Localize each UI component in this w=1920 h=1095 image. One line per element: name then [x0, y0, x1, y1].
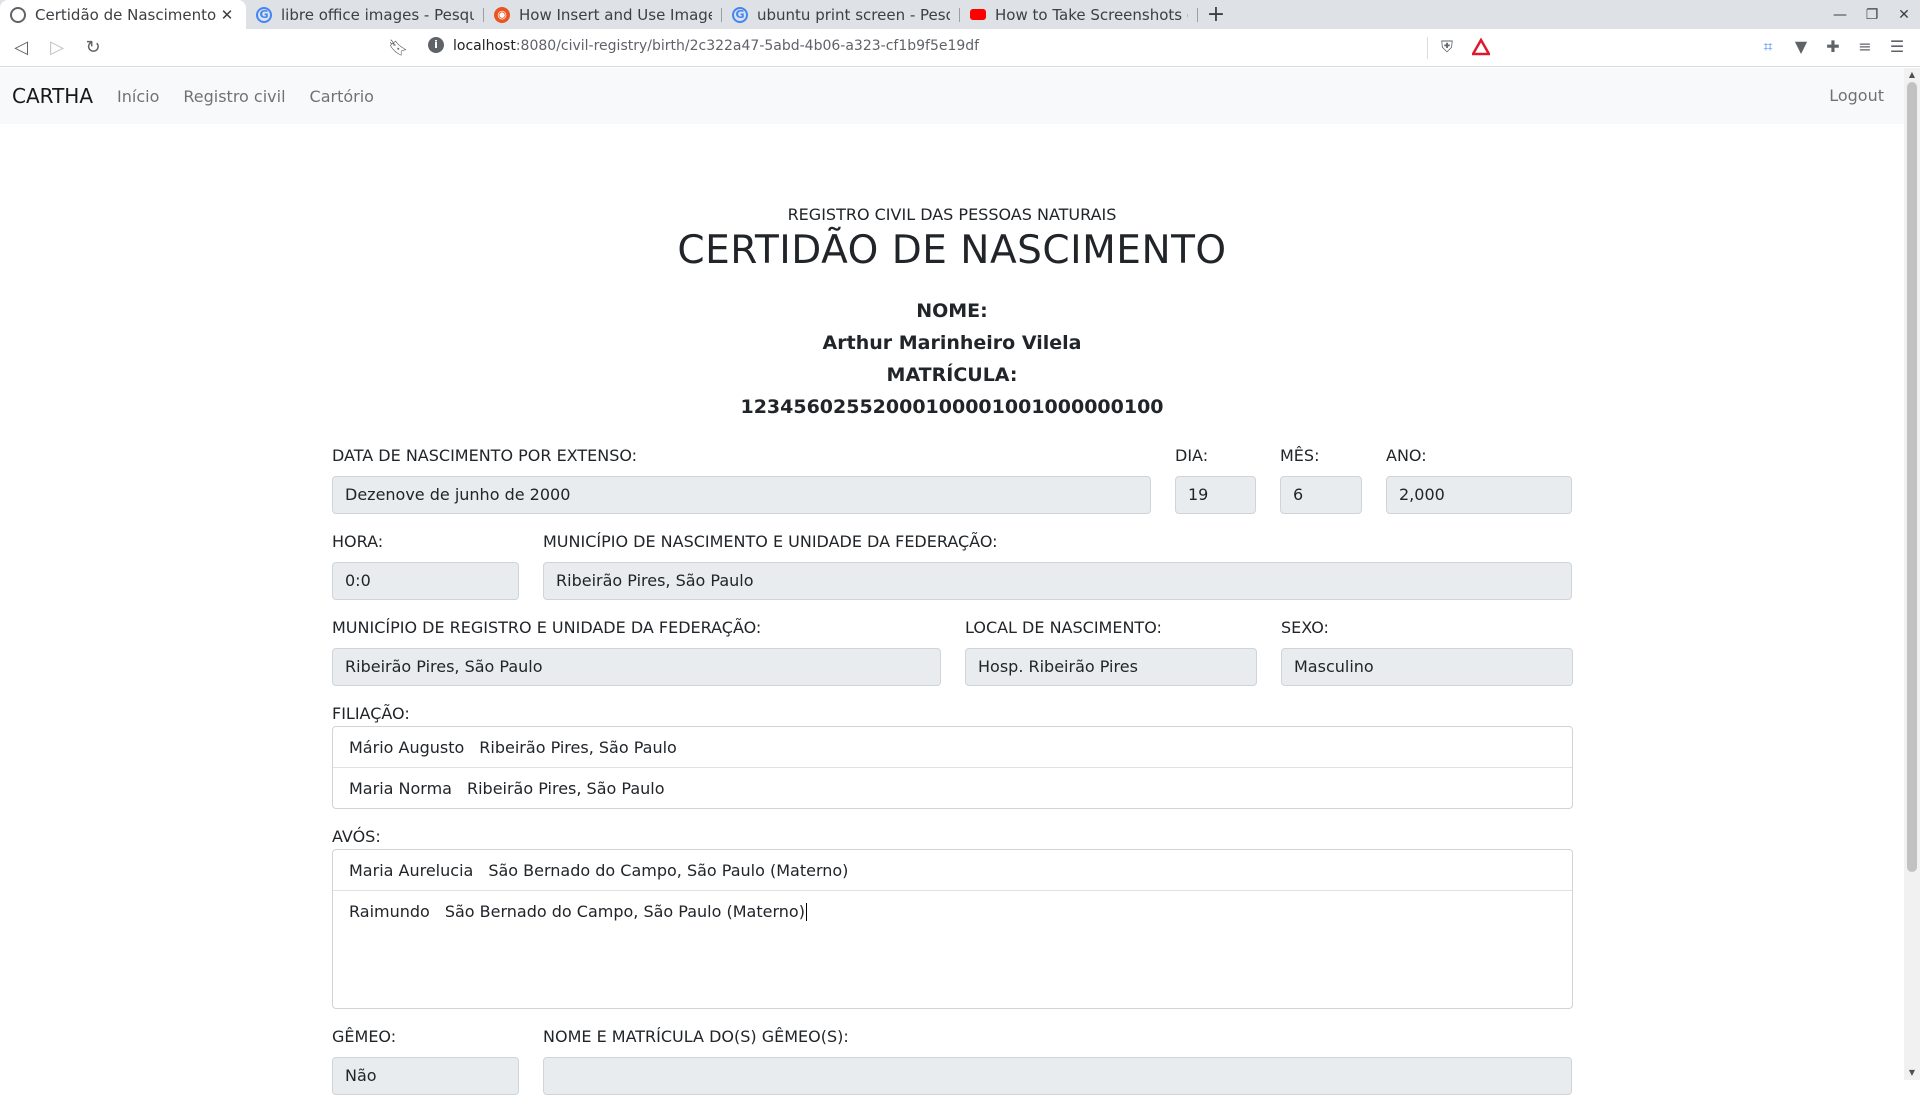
page-title: CERTIDÃO DE NASCIMENTO: [677, 228, 1227, 273]
browser-tab-bar: Certidão de Nascimento ✕ G libre office …: [0, 0, 1920, 29]
avos-label: AVÓS:: [332, 827, 381, 846]
list-item: Raimundo São Bernado do Campo, São Paulo…: [333, 891, 1572, 932]
ano-label: ANO:: [1386, 446, 1427, 465]
tab-libre-office[interactable]: G libre office images - Pesquisa: [246, 0, 484, 29]
reload-icon[interactable]: ↻: [78, 33, 108, 63]
list-item: Mário Augusto Ribeirão Pires, São Paulo: [333, 727, 1572, 768]
filiacao-label: FILIAÇÃO:: [332, 704, 410, 723]
translate-icon[interactable]: ⌗: [1758, 37, 1778, 57]
parent-name: Maria Norma: [349, 779, 452, 798]
site-info-icon[interactable]: i: [428, 37, 444, 53]
tab-title: How to Take Screenshots on U: [995, 5, 1188, 24]
brand-logo[interactable]: CARTHA: [12, 84, 93, 108]
tab-ubuntu-print[interactable]: G ubuntu print screen - Pesquis: [722, 0, 960, 29]
brave-rewards-icon[interactable]: [1472, 37, 1490, 57]
google-icon: G: [732, 6, 748, 23]
youtube-icon: [970, 9, 986, 20]
municipio-registro-label: MUNICÍPIO DE REGISTRO E UNIDADE DA FEDER…: [332, 618, 762, 637]
extensions-icon[interactable]: ✚: [1823, 37, 1843, 57]
scroll-up-icon[interactable]: ▲: [1907, 70, 1917, 80]
tab-title: ubuntu print screen - Pesquis: [757, 5, 950, 24]
parent-name: Mário Augusto: [349, 737, 465, 757]
tab-certidao[interactable]: Certidão de Nascimento ✕: [0, 0, 246, 29]
app-navbar: CARTHA Início Registro civil Cartório Lo…: [0, 68, 1904, 124]
brave-shield-icon[interactable]: ⛨: [1438, 37, 1456, 57]
back-icon[interactable]: ◁: [6, 33, 36, 63]
nome-value: Arthur Marinheiro Vilela: [822, 332, 1082, 354]
address-bar: ◁ ▷ ↻ 🔖︎ i localhost:8080/civil-registry…: [0, 29, 1920, 67]
menu-icon[interactable]: ☰: [1887, 37, 1907, 57]
matricula-value: 123456025520001000010010000001​00: [740, 396, 1164, 418]
hora-field[interactable]: 0:0: [332, 562, 519, 600]
tab-title: How Insert and Use Images in: [519, 5, 712, 24]
scroll-down-icon[interactable]: ▼: [1907, 1068, 1917, 1078]
hora-label: HORA:: [332, 532, 384, 551]
tab-screenshots[interactable]: How to Take Screenshots on U: [960, 0, 1198, 29]
matricula-label: MATRÍCULA:: [886, 364, 1018, 386]
forward-icon[interactable]: ▷: [42, 33, 72, 63]
nav-link-inicio[interactable]: Início: [117, 87, 159, 106]
tab-insert-images[interactable]: ◉ How Insert and Use Images in: [484, 0, 722, 29]
sexo-field[interactable]: Masculino: [1281, 648, 1573, 686]
grandparent-place: São Bernado do Campo, São Paulo (Materno…: [444, 902, 805, 921]
tab-title: Certidão de Nascimento: [35, 5, 217, 24]
list-item: Maria Norma Ribeirão Pires, São Paulo: [333, 768, 1572, 809]
municipio-nascimento-field[interactable]: Ribeirão Pires, São Paulo: [543, 562, 1572, 600]
gemeos-nome-label: NOME E MATRÍCULA DO(S) GÊMEO(S):: [543, 1027, 849, 1046]
close-window-icon[interactable]: ✕: [1888, 7, 1920, 23]
page-scrollbar[interactable]: ▲ ▼: [1904, 68, 1920, 1080]
url-path: :8080/civil-registry/birth/2c322a47-5abd…: [515, 38, 980, 54]
sexo-label: SEXO:: [1281, 618, 1329, 637]
parent-place: Ribeirão Pires, São Paulo: [466, 779, 665, 798]
data-extenso-label: DATA DE NASCIMENTO POR EXTENSO:: [332, 446, 638, 465]
municipio-nascimento-label: MUNICÍPIO DE NASCIMENTO E UNIDADE DA FED…: [543, 532, 998, 551]
new-tab-button[interactable]: +: [1198, 0, 1234, 29]
ano-field[interactable]: 2,000: [1386, 476, 1572, 514]
local-nascimento-label: LOCAL DE NASCIMENTO:: [965, 618, 1162, 637]
scroll-thumb[interactable]: [1907, 82, 1917, 872]
url-host: localhost: [453, 38, 516, 54]
gemeos-nome-field[interactable]: [543, 1057, 1572, 1095]
close-icon[interactable]: ✕: [218, 6, 236, 24]
list-item: Maria Aurelucia São Bernado do Campo, Sã…: [333, 850, 1572, 891]
grandparent-place: São Bernado do Campo, São Paulo (Materno…: [488, 860, 849, 880]
tab-title: libre office images - Pesquisa: [281, 5, 474, 24]
local-nascimento-field[interactable]: Hosp. Ribeirão Pires: [965, 648, 1257, 686]
registry-heading: REGISTRO CIVIL DAS PESSOAS NATURAIS: [787, 205, 1117, 224]
grandparent-name: Raimundo: [349, 902, 430, 921]
dia-label: DIA:: [1175, 446, 1209, 465]
avos-list[interactable]: Maria Aurelucia São Bernado do Campo, Sã…: [332, 849, 1573, 1009]
bookmark-icon[interactable]: 🔖︎: [388, 38, 408, 57]
url-field[interactable]: localhost:8080/civil-registry/birth/2c32…: [453, 38, 979, 54]
nome-label: NOME:: [916, 300, 988, 322]
filiacao-list[interactable]: Mário Augusto Ribeirão Pires, São Paulo …: [332, 726, 1573, 809]
window-controls: — ❐ ✕: [1824, 0, 1920, 29]
gemeo-field[interactable]: Não: [332, 1057, 519, 1095]
mes-label: MÊS:: [1280, 446, 1320, 465]
google-icon: G: [256, 6, 272, 23]
vpn-icon[interactable]: ▼: [1791, 37, 1811, 57]
dia-field[interactable]: 19: [1175, 476, 1256, 514]
ubuntu-icon: ◉: [494, 6, 510, 23]
restore-icon[interactable]: ❐: [1856, 7, 1888, 23]
gemeo-label: GÊMEO:: [332, 1027, 397, 1046]
mes-field[interactable]: 6: [1280, 476, 1362, 514]
text-cursor: [805, 902, 807, 921]
minimize-icon[interactable]: —: [1824, 7, 1856, 23]
nav-link-registro-civil[interactable]: Registro civil: [183, 87, 285, 106]
nav-link-cartorio[interactable]: Cartório: [310, 87, 374, 106]
globe-icon: [10, 6, 26, 23]
grandparent-name: Maria Aurelucia: [349, 860, 474, 880]
reading-list-icon[interactable]: ≡: [1855, 37, 1875, 57]
logout-link[interactable]: Logout: [1829, 86, 1884, 105]
parent-place: Ribeirão Pires, São Paulo: [479, 737, 677, 757]
data-extenso-field[interactable]: Dezenove de junho de 2000: [332, 476, 1151, 514]
municipio-registro-field[interactable]: Ribeirão Pires, São Paulo: [332, 648, 941, 686]
